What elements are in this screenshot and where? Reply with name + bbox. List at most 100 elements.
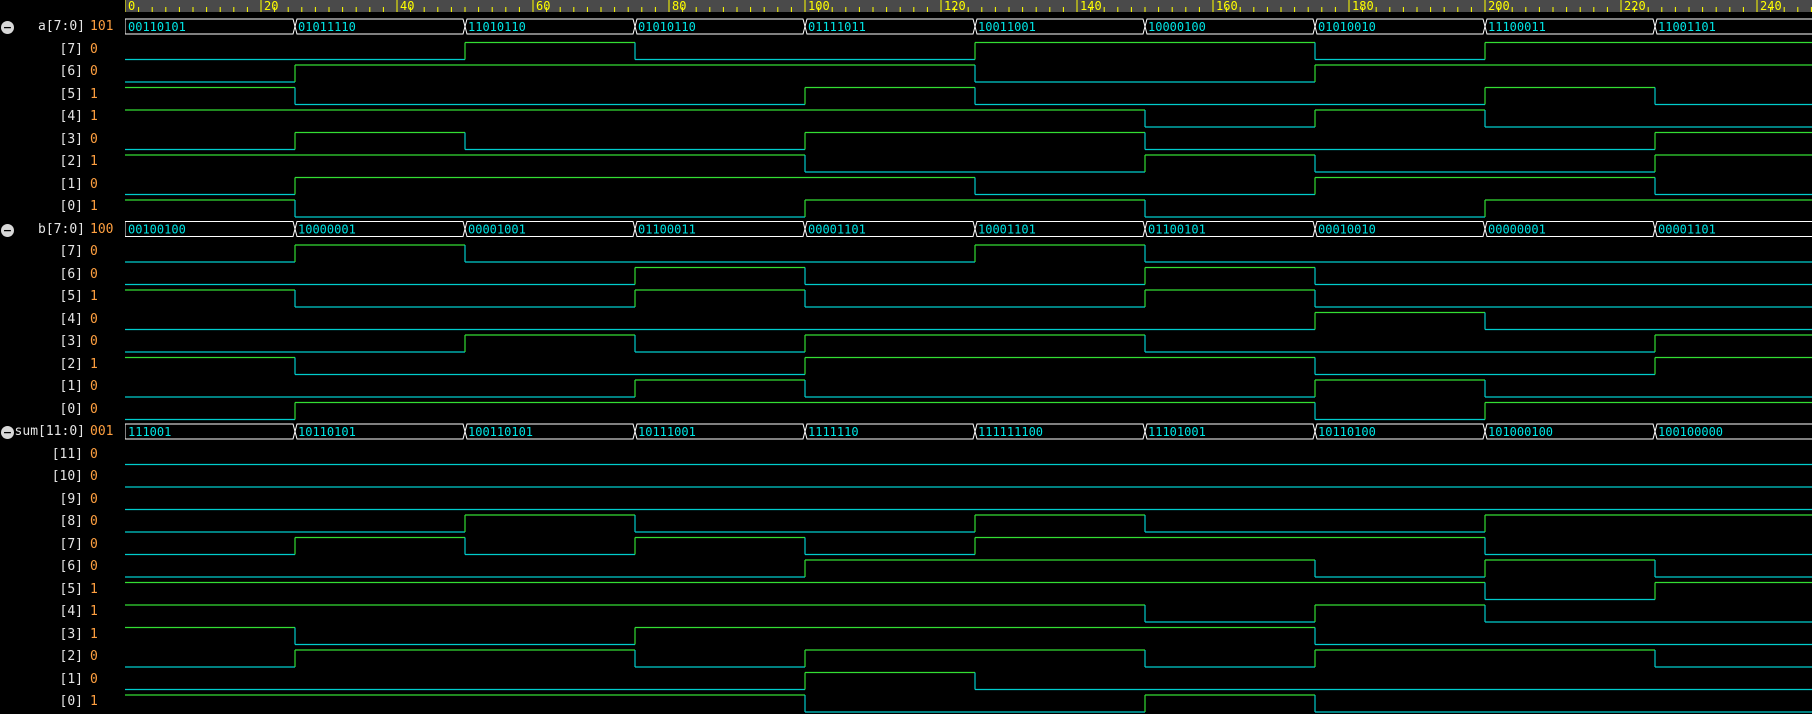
bus-value-label: 100110101 [468,425,533,439]
signal-value: 1 [90,356,98,372]
bit-waveform[interactable] [125,379,1812,398]
signal-bit-row[interactable]: [0] 1 [0,197,125,219]
signal-bit-row[interactable]: [2] 1 [0,355,125,377]
signal-bit-row[interactable]: [7] 0 [0,535,125,557]
signal-bit-row[interactable]: [8] 0 [0,512,125,534]
bus-value-label: 00001101 [1658,223,1716,237]
signal-value: 1 [90,109,98,124]
signal-name-panel: − a[7:0] 101 [7] 0 [6] 0 [5] 1 [4] 1 [3] 0 [2] 1 [1] 0 [0… [0,0,125,714]
bit-waveform[interactable] [125,131,1812,151]
bus-waveform[interactable]: 00100100 10000001 00001001 01100011 00001101… [124,221,1812,237]
signal-bit-row[interactable]: [6] 0 [0,557,125,579]
signal-bit-row[interactable]: [3] 1 [0,625,125,647]
signal-bit-row[interactable]: [4] 0 [0,310,125,332]
bus-value-label: 111111100 [978,425,1043,439]
bit-waveform[interactable] [125,536,1812,556]
signal-name: [5] [59,581,83,597]
bit-waveform[interactable] [125,626,1812,646]
signal-bit-row[interactable]: [10] 0 [0,467,125,489]
bus-value-label: 111001 [128,425,171,439]
bit-waveform[interactable] [125,604,1812,623]
signal-value: 1 [90,86,98,102]
signal-bit-row[interactable]: [2] 1 [0,152,125,174]
signal-bit-row[interactable]: [7] 0 [0,40,125,62]
signal-name: [7] [59,536,83,552]
bus-waveform[interactable]: 00110101 01011110 11010110 01010110 01111011… [124,18,1812,35]
signal-group-row[interactable]: − b[7:0] 100 [0,220,125,242]
signal-name: [0] [59,401,83,417]
signal-bit-row[interactable]: [2] 0 [0,647,125,669]
bit-waveform[interactable] [125,244,1812,263]
signal-value: 0 [90,131,98,147]
signal-value: 0 [90,334,98,349]
signal-name: [6] [59,64,83,79]
signal-bit-row[interactable]: [11] 0 [0,445,125,467]
signal-bit-row[interactable]: [3] 0 [0,130,125,152]
bus-value-label: 01010010 [1318,20,1376,34]
signal-value: 1 [90,581,98,597]
signal-bit-row[interactable]: [5] 1 [0,287,125,309]
signal-bit-row[interactable]: [0] 0 [0,400,125,422]
bus-value-label: 10110101 [298,425,356,439]
signal-name: [5] [59,86,83,102]
signal-bit-row[interactable]: [4] 1 [0,107,125,129]
waveform-area[interactable]: 0 20 40 60 80 100 120 140 160 180 200 220 2400011010… [0,0,1812,714]
ruler-tick-label: 20 [264,0,278,13]
signal-bit-row[interactable]: [4] 1 [0,602,125,624]
bit-waveform[interactable] [125,401,1812,421]
signal-value: 0 [90,64,98,79]
bit-waveform[interactable] [125,266,1812,286]
bus-value-label: 01100011 [638,223,696,237]
bit-waveform[interactable] [125,694,1812,713]
bit-waveform[interactable] [125,514,1812,533]
minus-circle-icon[interactable]: − [1,223,14,237]
signal-bit-row[interactable]: [5] 1 [0,85,125,107]
bit-waveform[interactable] [125,559,1812,578]
signal-group-row[interactable]: − a[7:0] 101 [0,17,125,39]
signal-group-row[interactable]: − sum[11:0] 001 [0,422,125,444]
bit-waveform[interactable] [125,334,1812,353]
signal-name: [1] [59,176,83,192]
bit-waveform[interactable] [125,671,1812,691]
signal-name: [4] [59,604,83,619]
ruler-tick-label: 60 [536,0,550,13]
time-ruler[interactable]: 0 20 40 60 80 100 120 140 160 180 200 220 240 [124,0,1812,13]
bit-waveform[interactable] [125,311,1812,331]
signal-name: [5] [59,289,83,304]
bus-value-label: 01010110 [638,20,696,34]
bit-waveform[interactable] [125,199,1812,218]
signal-value: 0 [90,311,98,327]
signal-name: sum[11:0] [14,424,85,439]
signal-name: [4] [59,109,83,124]
bit-waveform[interactable] [125,109,1812,128]
bus-waveform[interactable]: 111001 10110101 100110101 10111001 1111110 11… [124,423,1812,440]
signal-name: [8] [59,514,83,529]
signal-bit-row[interactable]: [5] 1 [0,580,125,602]
signal-bit-row[interactable]: [7] 0 [0,242,125,264]
bit-waveform[interactable] [125,289,1812,308]
bit-waveform[interactable] [125,41,1812,61]
ruler-tick-label: 40 [400,0,414,13]
signal-bit-row[interactable]: [1] 0 [0,670,125,692]
minus-circle-icon[interactable]: − [1,21,14,34]
bus-value-label: 01111011 [808,20,866,34]
bit-waveform[interactable] [125,64,1812,83]
signal-bit-row[interactable]: [9] 0 [0,490,125,512]
bit-waveform[interactable] [125,154,1812,173]
signal-bit-row[interactable]: [6] 0 [0,265,125,287]
bus-value-label: 11001101 [1658,20,1716,34]
bit-waveform[interactable] [125,649,1812,668]
signal-bit-row[interactable]: [0] 1 [0,692,125,714]
signal-bit-row[interactable]: [1] 0 [0,377,125,399]
bus-value-label: 01011110 [298,20,356,34]
signal-bit-row[interactable]: [1] 0 [0,175,125,197]
signal-bit-row[interactable]: [6] 0 [0,62,125,84]
bit-waveform[interactable] [125,176,1812,196]
bit-waveform[interactable] [125,86,1812,106]
minus-circle-icon[interactable]: − [1,426,14,439]
ruler-tick-label: 180 [1352,0,1374,13]
bit-waveform[interactable] [125,581,1812,601]
bit-waveform[interactable] [125,356,1812,376]
signal-bit-row[interactable]: [3] 0 [0,332,125,354]
signal-name: [0] [59,199,83,214]
